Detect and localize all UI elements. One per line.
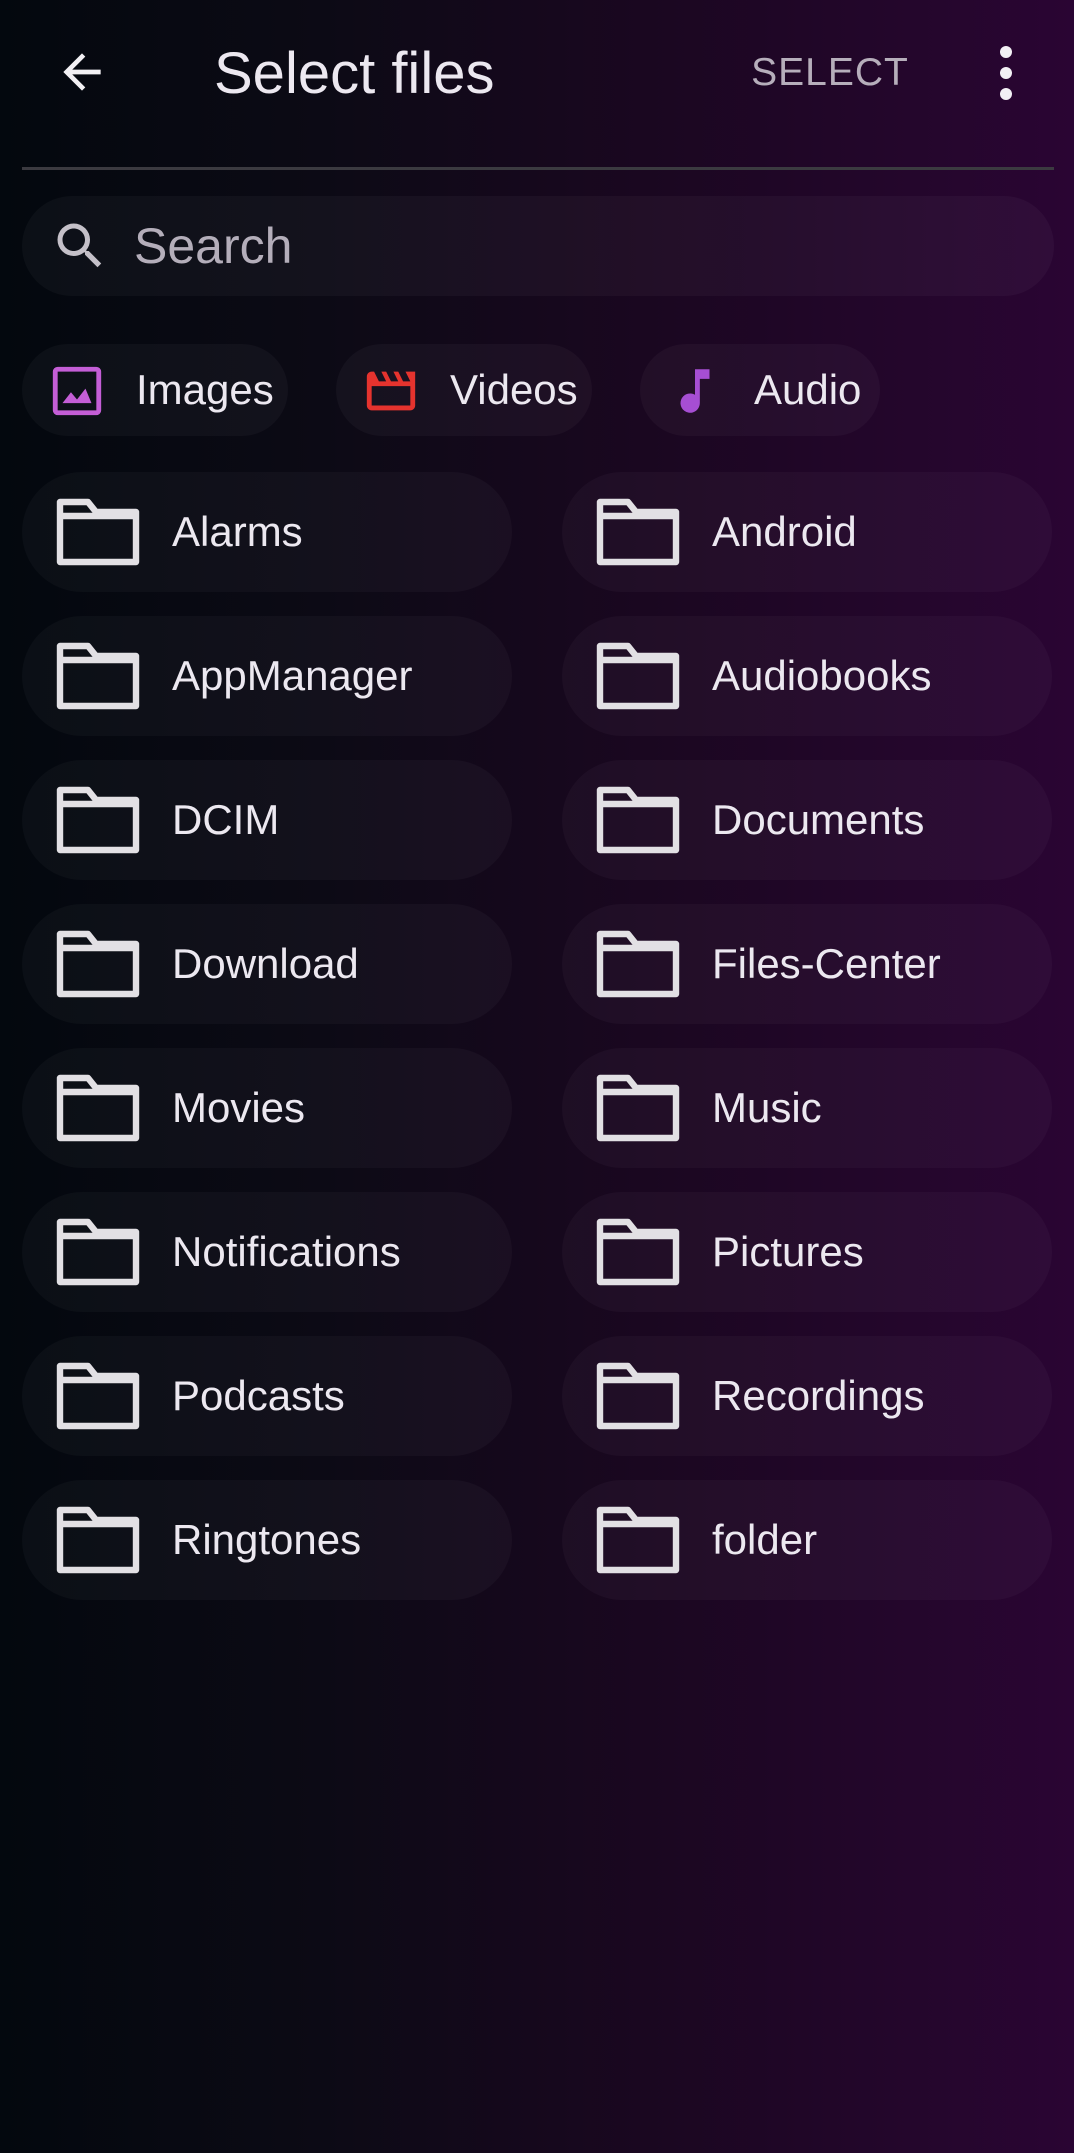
folder-label: Audiobooks bbox=[712, 652, 932, 699]
folder-label: Notifications bbox=[172, 1228, 401, 1275]
arrow-back-icon bbox=[63, 53, 101, 91]
folder-label: Pictures bbox=[712, 1228, 864, 1275]
folder-icon bbox=[56, 1218, 140, 1286]
folder-item-documents[interactable]: Documents bbox=[562, 760, 1052, 880]
folder-label: Download bbox=[172, 940, 359, 987]
folder-item-folder[interactable]: folder bbox=[562, 1480, 1052, 1600]
search-bar[interactable] bbox=[22, 196, 1054, 296]
folder-label: DCIM bbox=[172, 796, 280, 843]
more-vert-icon-dot bbox=[1000, 88, 1012, 100]
folder-icon bbox=[596, 1362, 680, 1430]
filter-chip-label: Images bbox=[136, 366, 274, 413]
filter-chip-audio[interactable]: Audio bbox=[640, 344, 880, 436]
folder-label: Alarms bbox=[172, 508, 303, 555]
folder-icon bbox=[596, 930, 680, 998]
folder-item-appmanager[interactable]: AppManager bbox=[22, 616, 512, 736]
folder-icon bbox=[596, 1218, 680, 1286]
image-icon bbox=[52, 366, 102, 416]
folder-label: Android bbox=[712, 508, 857, 555]
folder-icon bbox=[56, 498, 140, 566]
folder-icon bbox=[56, 1362, 140, 1430]
folder-item-movies[interactable]: Movies bbox=[22, 1048, 512, 1168]
folder-item-android[interactable]: Android bbox=[562, 472, 1052, 592]
search-input[interactable] bbox=[134, 214, 1014, 278]
folder-item-podcasts[interactable]: Podcasts bbox=[22, 1336, 512, 1456]
folder-icon bbox=[56, 1506, 140, 1574]
folder-label: Files-Center bbox=[712, 940, 941, 987]
folder-item-notifications[interactable]: Notifications bbox=[22, 1192, 512, 1312]
search-icon bbox=[57, 223, 102, 268]
filter-chip-images[interactable]: Images bbox=[22, 344, 288, 436]
header-divider bbox=[22, 167, 1054, 170]
folder-item-pictures[interactable]: Pictures bbox=[562, 1192, 1052, 1312]
filter-chip-videos[interactable]: Videos bbox=[336, 344, 592, 436]
folder-item-recordings[interactable]: Recordings bbox=[562, 1336, 1052, 1456]
folder-icon bbox=[56, 786, 140, 854]
folder-label: Music bbox=[712, 1084, 822, 1131]
folder-label: AppManager bbox=[172, 652, 413, 699]
select-button[interactable]: SELECT bbox=[740, 42, 920, 104]
page-title: Select files bbox=[214, 41, 495, 106]
folder-item-download[interactable]: Download bbox=[22, 904, 512, 1024]
folder-item-alarms[interactable]: Alarms bbox=[22, 472, 512, 592]
filter-chip-label: Audio bbox=[754, 366, 862, 413]
folder-icon bbox=[56, 1074, 140, 1142]
app-bar: Select files SELECT bbox=[0, 0, 1074, 168]
folder-icon bbox=[596, 1506, 680, 1574]
music-note-icon bbox=[680, 369, 710, 413]
folder-label: folder bbox=[712, 1516, 818, 1563]
folder-icon bbox=[596, 498, 680, 566]
folder-item-files-center[interactable]: Files-Center bbox=[562, 904, 1052, 1024]
movie-clapper-icon bbox=[366, 371, 416, 411]
folder-icon bbox=[596, 1074, 680, 1142]
more-vert-icon bbox=[1000, 46, 1012, 58]
folder-item-music[interactable]: Music bbox=[562, 1048, 1052, 1168]
filter-chip-label: Videos bbox=[450, 366, 578, 413]
folder-icon bbox=[596, 786, 680, 854]
folder-label: Documents bbox=[712, 796, 925, 843]
folder-label: Movies bbox=[172, 1084, 306, 1131]
folder-item-ringtones[interactable]: Ringtones bbox=[22, 1480, 512, 1600]
more-vert-icon-dot bbox=[1000, 67, 1012, 79]
more-options-button[interactable] bbox=[976, 38, 1036, 108]
folder-label: Recordings bbox=[712, 1372, 925, 1419]
folder-icon bbox=[56, 642, 140, 710]
folder-icon bbox=[56, 930, 140, 998]
back-button[interactable] bbox=[48, 38, 116, 106]
folder-label: Podcasts bbox=[172, 1372, 345, 1419]
folder-icon bbox=[596, 642, 680, 710]
folder-item-dcim[interactable]: DCIM bbox=[22, 760, 512, 880]
folder-item-audiobooks[interactable]: Audiobooks bbox=[562, 616, 1052, 736]
folder-label: Ringtones bbox=[172, 1516, 362, 1563]
